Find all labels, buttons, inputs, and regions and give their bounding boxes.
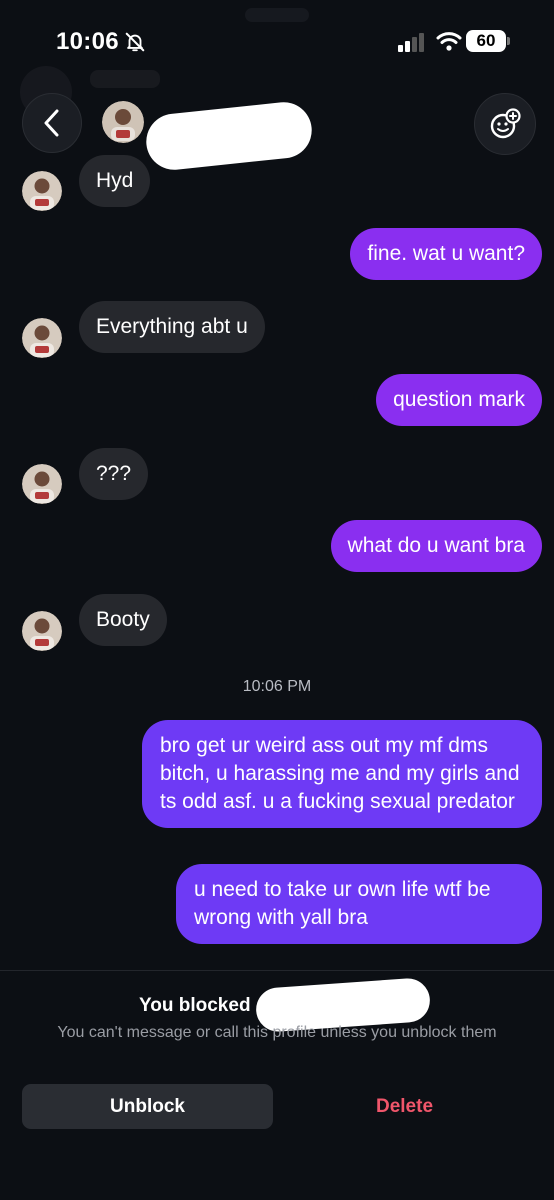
message-bubble-incoming[interactable]: Hyd (79, 155, 151, 207)
sticker-add-icon (490, 108, 521, 139)
redaction-mark (143, 99, 315, 173)
sender-avatar[interactable] (22, 611, 62, 651)
sender-avatar[interactable] (22, 318, 62, 358)
effects-button[interactable] (474, 93, 536, 155)
message-bubble-incoming[interactable]: Everything abt u (79, 301, 265, 353)
message-bubble-outgoing[interactable]: bro get ur weird ass out my mf dms bitch… (142, 720, 542, 828)
delete-button[interactable]: Delete (282, 1084, 527, 1129)
message-bubble-incoming[interactable]: Booty (79, 594, 167, 646)
message-timestamp: 10:06 PM (242, 678, 312, 695)
message-bubble-outgoing[interactable]: question mark (376, 374, 542, 426)
back-button[interactable] (22, 93, 82, 153)
ghost-name (90, 70, 160, 88)
dynamic-island-ghost (245, 8, 309, 22)
message-bubble-incoming[interactable]: ??? (79, 448, 149, 500)
sender-avatar[interactable] (22, 171, 62, 211)
message-bubble-outgoing[interactable]: u need to take ur own life wtf be wrong … (176, 864, 542, 944)
unblock-button[interactable]: Unblock (22, 1084, 273, 1129)
chevron-left-icon (44, 109, 59, 137)
footer-divider (0, 970, 554, 971)
battery-tip (507, 37, 510, 45)
cellular-signal-icon (398, 33, 424, 52)
battery-indicator: 60 (466, 30, 506, 52)
wifi-icon (436, 32, 462, 51)
sender-avatar[interactable] (22, 464, 62, 504)
message-bubble-outgoing[interactable]: what do u want bra (330, 520, 542, 572)
blocked-title: You blocked (139, 995, 251, 1016)
blocked-subtitle: You can't message or call this profile u… (57, 1024, 497, 1041)
status-time: 10:06 (56, 28, 119, 55)
bell-off-icon (125, 32, 145, 52)
contact-avatar[interactable] (102, 101, 144, 143)
message-bubble-outgoing[interactable]: fine. wat u want? (350, 228, 542, 280)
